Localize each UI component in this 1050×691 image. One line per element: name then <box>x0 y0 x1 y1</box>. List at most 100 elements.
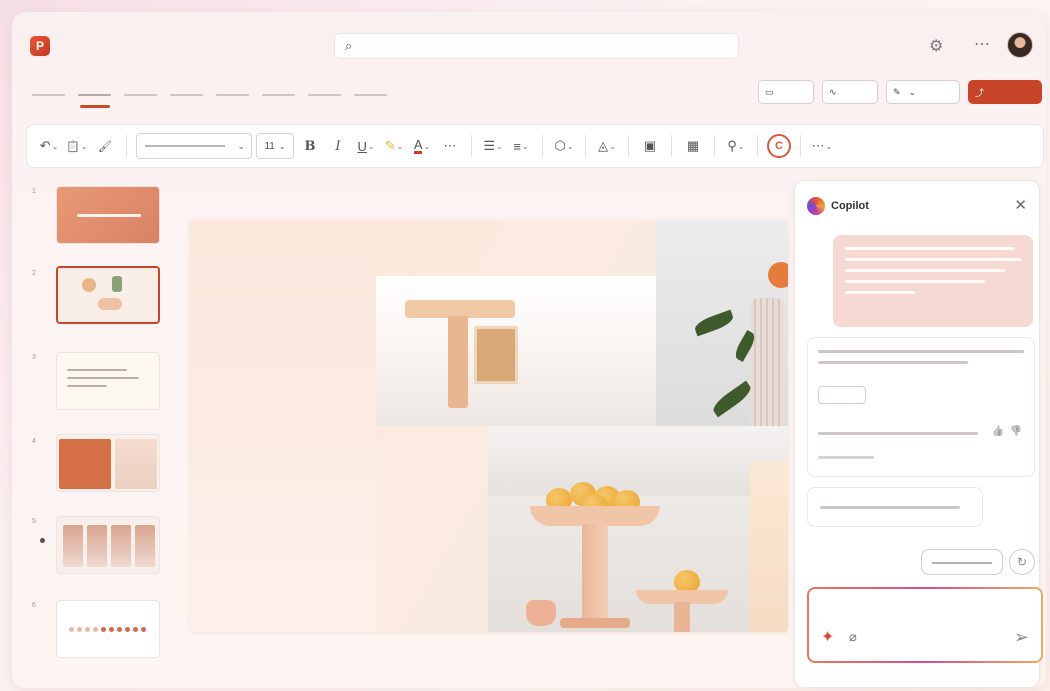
align-button[interactable]: ≡ ⌄ <box>509 132 533 160</box>
divider <box>671 135 672 157</box>
chevron-down-icon: ⌄ <box>237 140 245 151</box>
bowl-shape <box>530 506 660 526</box>
slide-thumbnail-1[interactable] <box>56 186 160 244</box>
brush-icon: 🖌 <box>98 140 112 153</box>
user-avatar[interactable] <box>1007 32 1033 58</box>
slide-number: 1 <box>32 188 36 195</box>
editing-mode-button[interactable]: ✎ ⌄ <box>886 80 960 104</box>
pen-icon: ✎ <box>893 86 901 97</box>
copilot-compose-box[interactable]: ✦ ⌀ ➢ <box>807 587 1043 663</box>
underline-button[interactable]: U ⌄ <box>354 132 378 160</box>
copilot-response-bubble: 👍 👎 <box>807 337 1035 477</box>
undo-icon: ↶ <box>39 138 51 153</box>
slide-text-area[interactable] <box>190 220 376 632</box>
font-color-button[interactable]: A ⌄ <box>410 132 434 160</box>
slide-number: 3 <box>32 354 36 361</box>
top-actions: ▭ ∿ ✎ ⌄ ⤴ <box>758 80 1042 104</box>
vase-shape <box>750 298 784 426</box>
format-painter-button[interactable]: 🖌 <box>93 132 117 160</box>
picture-frame-shape <box>474 326 518 384</box>
close-icon[interactable]: ✕ <box>1014 196 1027 214</box>
font-size-dropdown[interactable]: 11 ⌄ <box>256 133 294 159</box>
suggested-prompt-button[interactable] <box>921 549 1003 575</box>
bold-button[interactable]: B <box>298 132 322 160</box>
highlighter-icon: ✎ <box>384 138 396 153</box>
bullets-button[interactable]: ☰ ⌄ <box>481 132 505 160</box>
slide-thumbnail-2[interactable] <box>56 266 160 324</box>
tab-5[interactable] <box>216 86 249 106</box>
ribbon-toolbar: ↶ ⌄ 📋 ⌄ 🖌 ⌄ 11 ⌄ B I U ⌄ ✎ ⌄ A ⌄ ⋯ ☰ ⌄ ≡ ⌄ ⬡ ⌄ ◬ ⌄… <box>26 124 1044 168</box>
copilot-icon: C <box>767 134 791 158</box>
slide-thumbnail-6[interactable] <box>56 600 160 658</box>
font-family-dropdown[interactable]: ⌄ <box>136 133 252 159</box>
activity-icon: ∿ <box>829 86 837 97</box>
user-message-bubble <box>833 235 1033 327</box>
copilot-logo-icon <box>807 197 825 215</box>
slide-number: 2 <box>32 270 36 277</box>
bowl-base-shape <box>560 618 630 628</box>
reference-chip[interactable] <box>818 386 866 404</box>
tab-6[interactable] <box>262 86 295 106</box>
thumbs-down-icon[interactable]: 👎 <box>1010 426 1022 437</box>
slide-canvas[interactable] <box>190 220 788 632</box>
arrange-icon: ▣ <box>643 138 657 153</box>
arrange-button[interactable]: ▣ <box>638 132 662 160</box>
more-options-icon[interactable]: ⋯ <box>974 34 991 54</box>
bullets-icon: ☰ <box>483 138 495 153</box>
divider <box>757 135 758 157</box>
designer-button[interactable]: ▦ <box>681 132 705 160</box>
send-icon[interactable]: ➢ <box>1014 627 1029 648</box>
tools-button[interactable]: ⚲ ⌄ <box>724 132 748 160</box>
ribbon-tabs <box>32 86 387 110</box>
tab-8[interactable] <box>354 86 387 106</box>
shape-fill-button[interactable]: ◬ ⌄ <box>595 132 619 160</box>
tab-1[interactable] <box>32 86 65 106</box>
fill-bucket-icon: ◬ <box>598 138 609 153</box>
tab-3[interactable] <box>124 86 157 106</box>
slide-number: 5 <box>32 518 36 525</box>
orange-shape <box>768 262 788 288</box>
italic-button[interactable]: I <box>326 132 350 160</box>
copilot-followup-bubble <box>807 487 983 527</box>
more-font-options-button[interactable]: ⋯ <box>438 132 462 160</box>
tab-4[interactable] <box>170 86 203 106</box>
divider <box>585 135 586 157</box>
slide-thumbnail-4[interactable] <box>56 434 160 492</box>
slide-image-accent[interactable] <box>750 462 788 632</box>
attach-icon[interactable]: ⌀ <box>849 629 857 645</box>
chevron-down-icon: ⌄ <box>908 86 917 97</box>
divider <box>800 135 801 157</box>
slide-number: 6 <box>32 602 36 609</box>
bowl-stem-shape <box>582 524 608 624</box>
catch-up-button[interactable]: ∿ <box>822 80 878 104</box>
refresh-icon[interactable]: ↻ <box>1009 549 1035 575</box>
search-box[interactable]: ⌕ <box>334 33 739 59</box>
copilot-ribbon-button[interactable]: C <box>767 132 791 160</box>
paste-button[interactable]: 📋 ⌄ <box>65 132 89 160</box>
tools-icon: ⚲ <box>727 138 737 153</box>
comments-button[interactable]: ▭ <box>758 80 814 104</box>
divider <box>471 135 472 157</box>
bowl-stem-shape <box>674 602 690 632</box>
ribbon-overflow-button[interactable]: ⋯ ⌄ <box>810 132 834 160</box>
copilot-pane: Copilot ✕ 👍 👎 ↻ ✦ ⌀ ➢ <box>794 180 1043 688</box>
sparkle-icon[interactable]: ✦ <box>821 627 834 647</box>
slide-thumbnail-3[interactable] <box>56 352 160 410</box>
slide-number: 4 <box>32 438 36 445</box>
tab-7[interactable] <box>308 86 341 106</box>
powerpoint-app-icon[interactable]: P <box>30 36 50 56</box>
share-button[interactable]: ⤴ <box>968 80 1042 104</box>
settings-gear-icon[interactable]: ⚙ <box>929 36 943 56</box>
stool-leg-shape <box>448 316 468 408</box>
undo-button[interactable]: ↶ ⌄ <box>37 132 61 160</box>
copilot-title: Copilot <box>831 200 869 212</box>
divider <box>126 135 127 157</box>
shapes-button[interactable]: ⬡ ⌄ <box>552 132 576 160</box>
font-color-icon: A <box>413 136 423 154</box>
thumbs-up-icon[interactable]: 👍 <box>992 426 1004 437</box>
highlight-button[interactable]: ✎ ⌄ <box>382 132 406 160</box>
comment-icon: ▭ <box>765 86 774 97</box>
tab-home[interactable] <box>78 86 111 108</box>
share-icon: ⤴ <box>975 87 985 98</box>
slide-thumbnail-5[interactable] <box>56 516 160 574</box>
